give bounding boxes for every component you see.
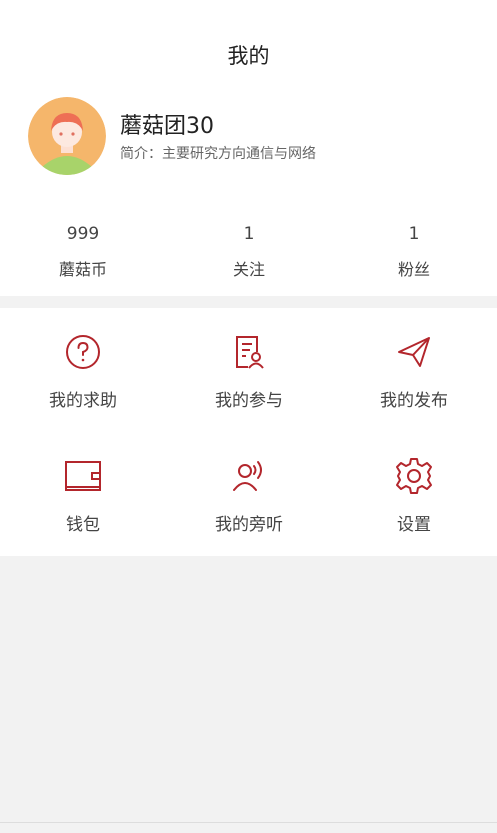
stat-coins[interactable]: 999 蘑菇币 <box>0 224 166 280</box>
profile-bio: 简介：主要研究方向通信与网络 <box>120 146 316 162</box>
stat-followers[interactable]: 1 粉丝 <box>331 224 497 280</box>
profile-name: 蘑菇团30 <box>120 114 214 139</box>
menu-item-my-listening-label: 我的旁听 <box>215 515 283 535</box>
gear-icon <box>396 458 432 494</box>
paper-plane-icon <box>398 337 430 367</box>
avatar[interactable] <box>28 97 106 175</box>
profile-header-section: 我的 蘑菇团30 简介：主要研究方向通信与网络 999 蘑菇币 1 关注 1 粉… <box>0 0 497 296</box>
stat-following-value: 1 <box>243 224 255 244</box>
menu-item-my-posts-label: 我的发布 <box>380 391 448 411</box>
menu-item-my-listening[interactable]: 我的旁听 <box>166 456 332 535</box>
stat-followers-value: 1 <box>408 224 420 244</box>
wallet-icon <box>65 461 101 491</box>
menu-item-my-help-label: 我的求助 <box>49 391 117 411</box>
menu-item-settings[interactable]: 设置 <box>331 456 497 535</box>
menu-item-wallet-label: 钱包 <box>66 515 100 535</box>
stat-following[interactable]: 1 关注 <box>166 224 332 280</box>
page-title: 我的 <box>227 44 270 68</box>
menu-item-my-participation-label: 我的参与 <box>215 391 283 411</box>
question-circle-icon <box>66 335 100 369</box>
menu-item-my-posts[interactable]: 我的发布 <box>331 332 497 411</box>
menu-item-my-help[interactable]: 我的求助 <box>0 332 166 411</box>
stat-coins-label: 蘑菇币 <box>58 260 107 279</box>
menu-item-my-participation[interactable]: 我的参与 <box>166 332 332 411</box>
menu-grid: 我的求助 我的参与 我的发布 钱包 我的旁听 设置 <box>0 308 497 556</box>
listening-person-icon <box>233 461 262 491</box>
stat-followers-label: 粉丝 <box>397 260 430 279</box>
menu-item-wallet[interactable]: 钱包 <box>0 456 166 535</box>
stat-following-label: 关注 <box>232 260 265 279</box>
stat-coins-value: 999 <box>66 224 100 244</box>
document-person-icon <box>236 336 264 369</box>
bottom-divider <box>0 822 497 823</box>
menu-item-settings-label: 设置 <box>397 515 431 535</box>
